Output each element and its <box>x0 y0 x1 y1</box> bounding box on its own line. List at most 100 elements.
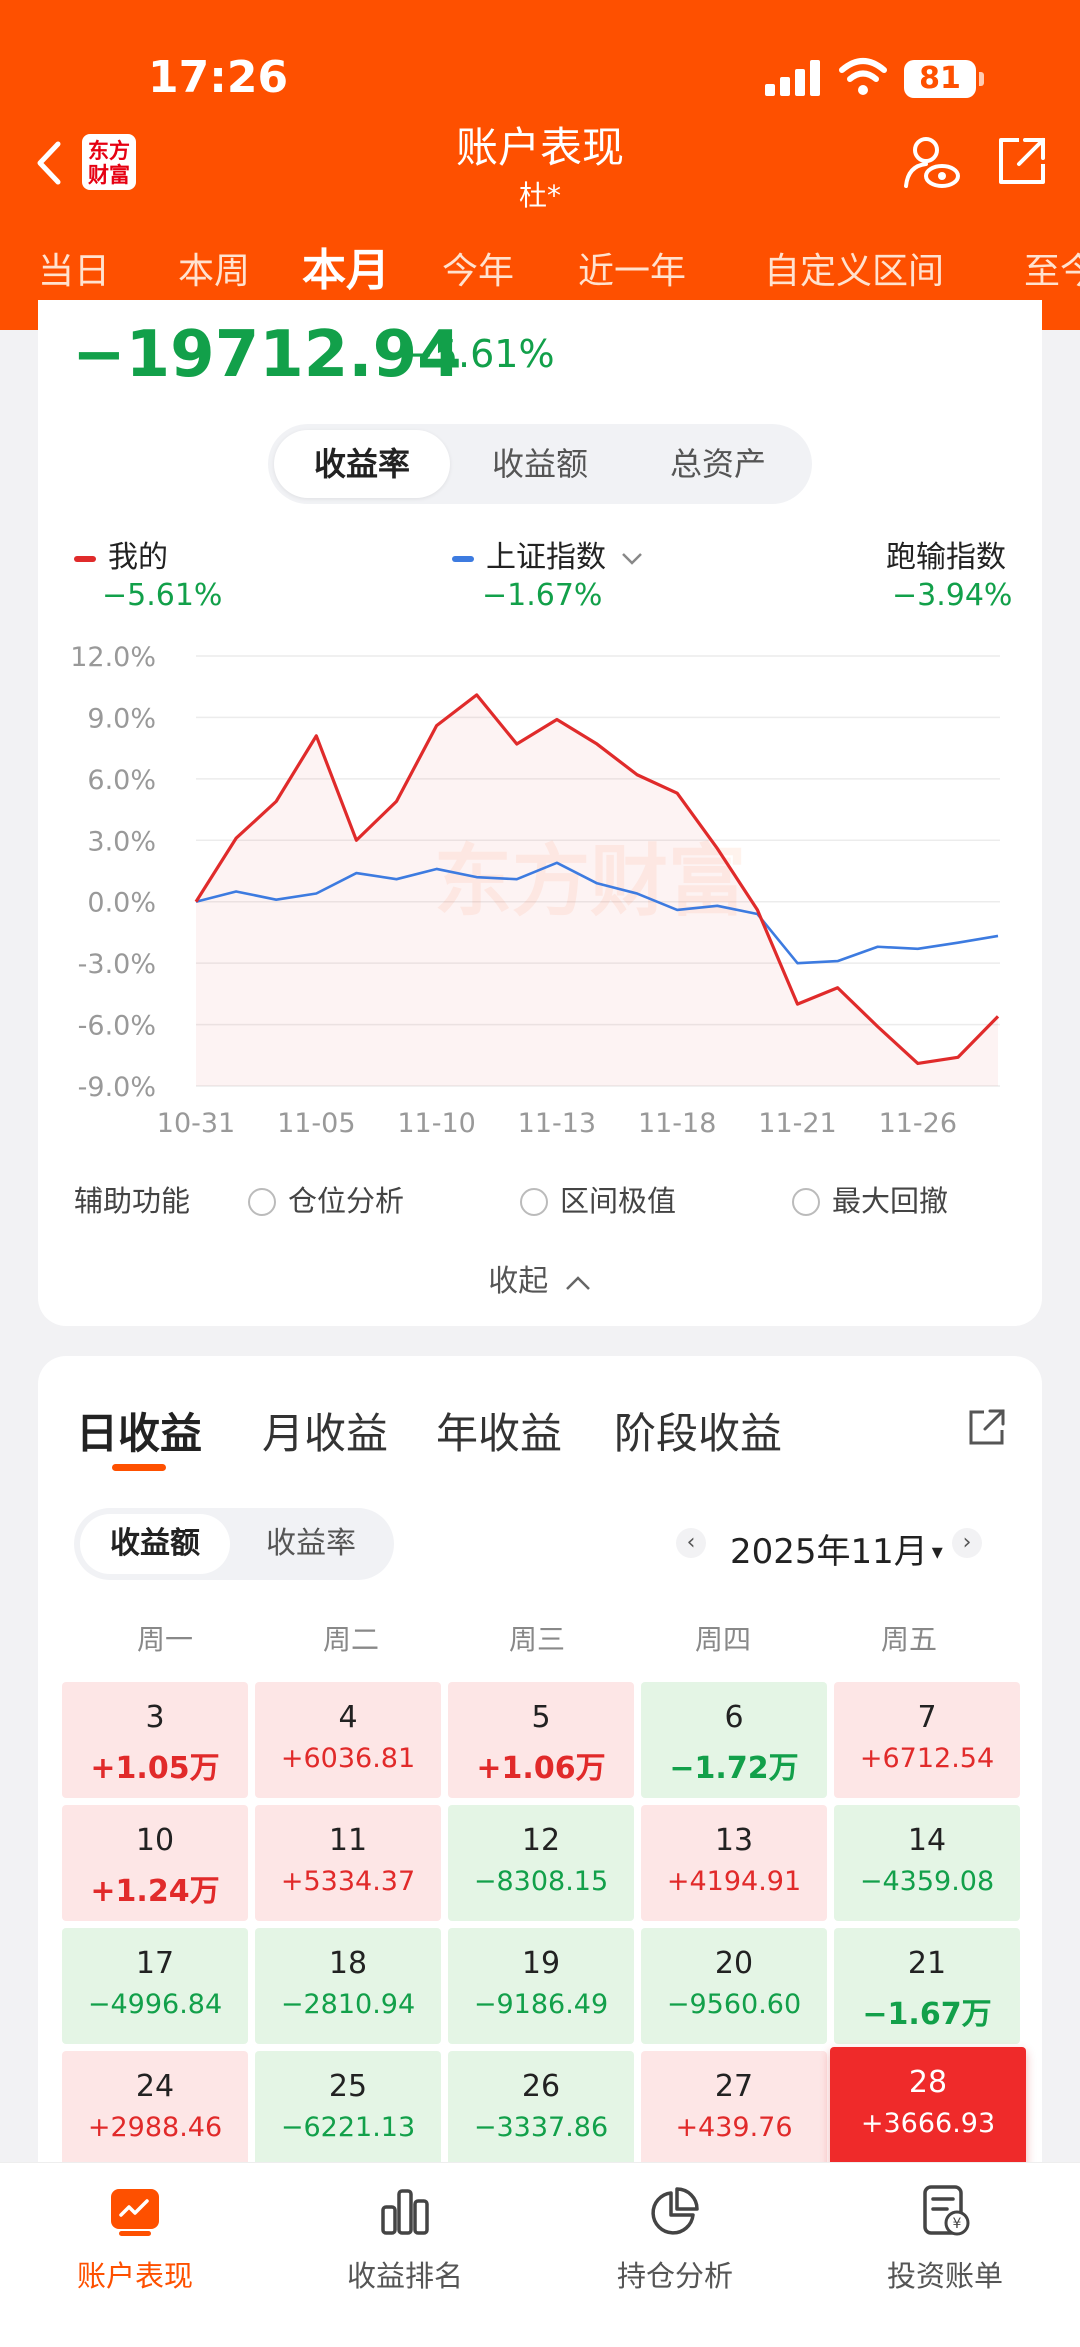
tab-daily-profit[interactable]: 日收益 <box>76 1400 202 1461</box>
day-profit: −3337.86 <box>473 2112 609 2143</box>
day-profit: −8308.15 <box>473 1866 609 1897</box>
day-number: 11 <box>328 1823 368 1858</box>
bill-icon: ¥ <box>923 2185 970 2236</box>
y-tick-label: 9.0% <box>87 703 156 734</box>
calendar-day-cell[interactable]: 21 −1.67万 <box>834 1928 1020 2044</box>
calendar-day-cell[interactable]: 28 +3666.93 <box>830 2047 1026 2171</box>
weekday-tue: 周二 <box>322 1623 379 1656</box>
chevron-down-icon <box>621 552 642 565</box>
nav-label: 收益排名 <box>346 2259 463 2293</box>
y-tick-label: 0.0% <box>87 888 156 919</box>
nav-label: 投资账单 <box>886 2259 1003 2293</box>
day-profit: +4194.91 <box>666 1866 802 1897</box>
nav-profit-ranking[interactable]: 收益排名 <box>270 2183 540 2295</box>
return-chart: 12.0%9.0%6.0%3.0%0.0%-3.0%-6.0%-9.0%东方财富… <box>70 642 1000 1139</box>
tab-monthly-profit[interactable]: 月收益 <box>262 1400 388 1461</box>
legend-lag-value: −3.94% <box>892 578 1013 613</box>
tab-custom-range[interactable]: 自定义区间 <box>764 242 944 294</box>
share-icon[interactable] <box>966 1406 1008 1448</box>
day-number: 27 <box>714 2069 754 2104</box>
day-number: 20 <box>714 1946 754 1981</box>
pie-chart-icon <box>651 2187 699 2235</box>
tab-return-amount[interactable]: 收益额 <box>452 430 628 498</box>
tab-rate[interactable]: 收益率 <box>236 1514 386 1574</box>
month-selector[interactable]: 2025年11月 ▾ <box>730 1524 943 1573</box>
y-tick-label: 3.0% <box>87 826 156 857</box>
day-number: 24 <box>135 2069 175 2104</box>
day-number: 28 <box>908 2065 948 2100</box>
day-number: 5 <box>531 1700 551 1735</box>
active-tab-indicator <box>112 1464 166 1471</box>
calendar-day-cell[interactable]: 25 −6221.13 <box>255 2051 441 2167</box>
nav-investment-bill[interactable]: ¥ 投资账单 <box>810 2183 1080 2295</box>
y-tick-label: -9.0% <box>78 1072 156 1103</box>
tab-month[interactable]: 本月 <box>302 234 390 322</box>
tab-total-assets[interactable]: 总资产 <box>630 430 806 498</box>
calendar-day-cell[interactable]: 13 +4194.91 <box>641 1805 827 1921</box>
aux-option-label: 最大回撤 <box>832 1184 949 1218</box>
day-profit: −1.67万 <box>862 1997 992 2032</box>
calendar-day-cell[interactable]: 14 −4359.08 <box>834 1805 1020 1921</box>
calendar-day-cell[interactable]: 4 +6036.81 <box>255 1682 441 1798</box>
aux-position-analysis[interactable]: 仓位分析 <box>248 1178 404 1220</box>
collapse-button[interactable]: 收起 <box>0 1256 1080 1300</box>
calendar-day-cell[interactable]: 3 +1.05万 <box>62 1682 248 1798</box>
tab-yearly-profit[interactable]: 年收益 <box>436 1400 562 1461</box>
caret-down-icon: ▾ <box>931 1540 943 1565</box>
calendar-day-cell[interactable]: 12 −8308.15 <box>448 1805 634 1921</box>
day-number: 17 <box>135 1946 175 1981</box>
day-number: 13 <box>714 1823 754 1858</box>
tab-amount[interactable]: 收益额 <box>80 1514 230 1574</box>
day-profit: −2810.94 <box>280 1989 416 2020</box>
aux-range-extremes[interactable]: 区间极值 <box>520 1178 676 1220</box>
wifi-icon <box>839 58 887 95</box>
calendar-day-cell[interactable]: 19 −9186.49 <box>448 1928 634 2044</box>
tab-period-profit[interactable]: 阶段收益 <box>614 1400 782 1461</box>
calendar-day-cell[interactable]: 11 +5334.37 <box>255 1805 441 1921</box>
calendar-day-cell[interactable]: 10 +1.24万 <box>62 1805 248 1921</box>
day-number: 21 <box>907 1946 947 1981</box>
y-tick-label: -3.0% <box>78 949 156 980</box>
x-tick-label: 11-18 <box>638 1108 716 1139</box>
tab-today[interactable]: 当日 <box>38 242 110 294</box>
day-profit: +1.05万 <box>90 1751 220 1786</box>
calendar-day-cell[interactable]: 20 −9560.60 <box>641 1928 827 2044</box>
aux-max-drawdown[interactable]: 最大回撤 <box>792 1178 948 1220</box>
day-number: 4 <box>338 1700 358 1735</box>
calendar-day-cell[interactable]: 27 +439.76 <box>641 2051 827 2167</box>
day-profit: +5334.37 <box>280 1866 416 1897</box>
tab-to-date[interactable]: 至今 <box>1024 242 1080 294</box>
day-profit: +3666.93 <box>860 2108 996 2139</box>
tab-return-rate[interactable]: 收益率 <box>274 430 450 498</box>
tab-year[interactable]: 今年 <box>442 242 514 294</box>
nav-account-performance[interactable]: 账户表现 <box>0 2183 270 2295</box>
legend-index[interactable]: 上证指数 <box>452 532 644 576</box>
day-number: 25 <box>328 2069 368 2104</box>
x-tick-label: 11-26 <box>879 1108 957 1139</box>
nav-label: 持仓分析 <box>616 2259 733 2293</box>
share-icon[interactable] <box>995 134 1049 188</box>
legend-mine-swatch <box>74 555 96 562</box>
battery-indicator: 81 <box>904 60 984 98</box>
tab-week[interactable]: 本周 <box>178 242 250 294</box>
calendar-day-cell[interactable]: 26 −3337.86 <box>448 2051 634 2167</box>
chevron-up-icon <box>565 1275 590 1290</box>
day-number: 26 <box>521 2069 561 2104</box>
day-profit: −4996.84 <box>87 1989 223 2020</box>
prev-month-button[interactable]: ‹ <box>676 1528 706 1558</box>
calendar-day-cell[interactable]: 24 +2988.46 <box>62 2051 248 2167</box>
tab-last-year[interactable]: 近一年 <box>578 242 686 294</box>
calendar-day-cell[interactable]: 7 +6712.54 <box>834 1682 1020 1798</box>
bottom-nav: 账户表现 收益排名 持仓分析 ¥ 投资账单 <box>0 2162 1080 2347</box>
nav-holding-analysis[interactable]: 持仓分析 <box>540 2183 810 2295</box>
calendar-day-cell[interactable]: 6 −1.72万 <box>641 1682 827 1798</box>
calendar-day-cell[interactable]: 5 +1.06万 <box>448 1682 634 1798</box>
legend-index-value: −1.67% <box>482 578 603 613</box>
status-time: 17:26 <box>148 52 289 103</box>
user-privacy-icon[interactable] <box>902 134 962 190</box>
next-month-button[interactable]: › <box>952 1528 982 1558</box>
status-bar: 17:26 81 <box>0 0 1080 130</box>
calendar-day-cell[interactable]: 18 −2810.94 <box>255 1928 441 2044</box>
calendar-day-cell[interactable]: 17 −4996.84 <box>62 1928 248 2044</box>
radio-icon <box>520 1188 548 1216</box>
